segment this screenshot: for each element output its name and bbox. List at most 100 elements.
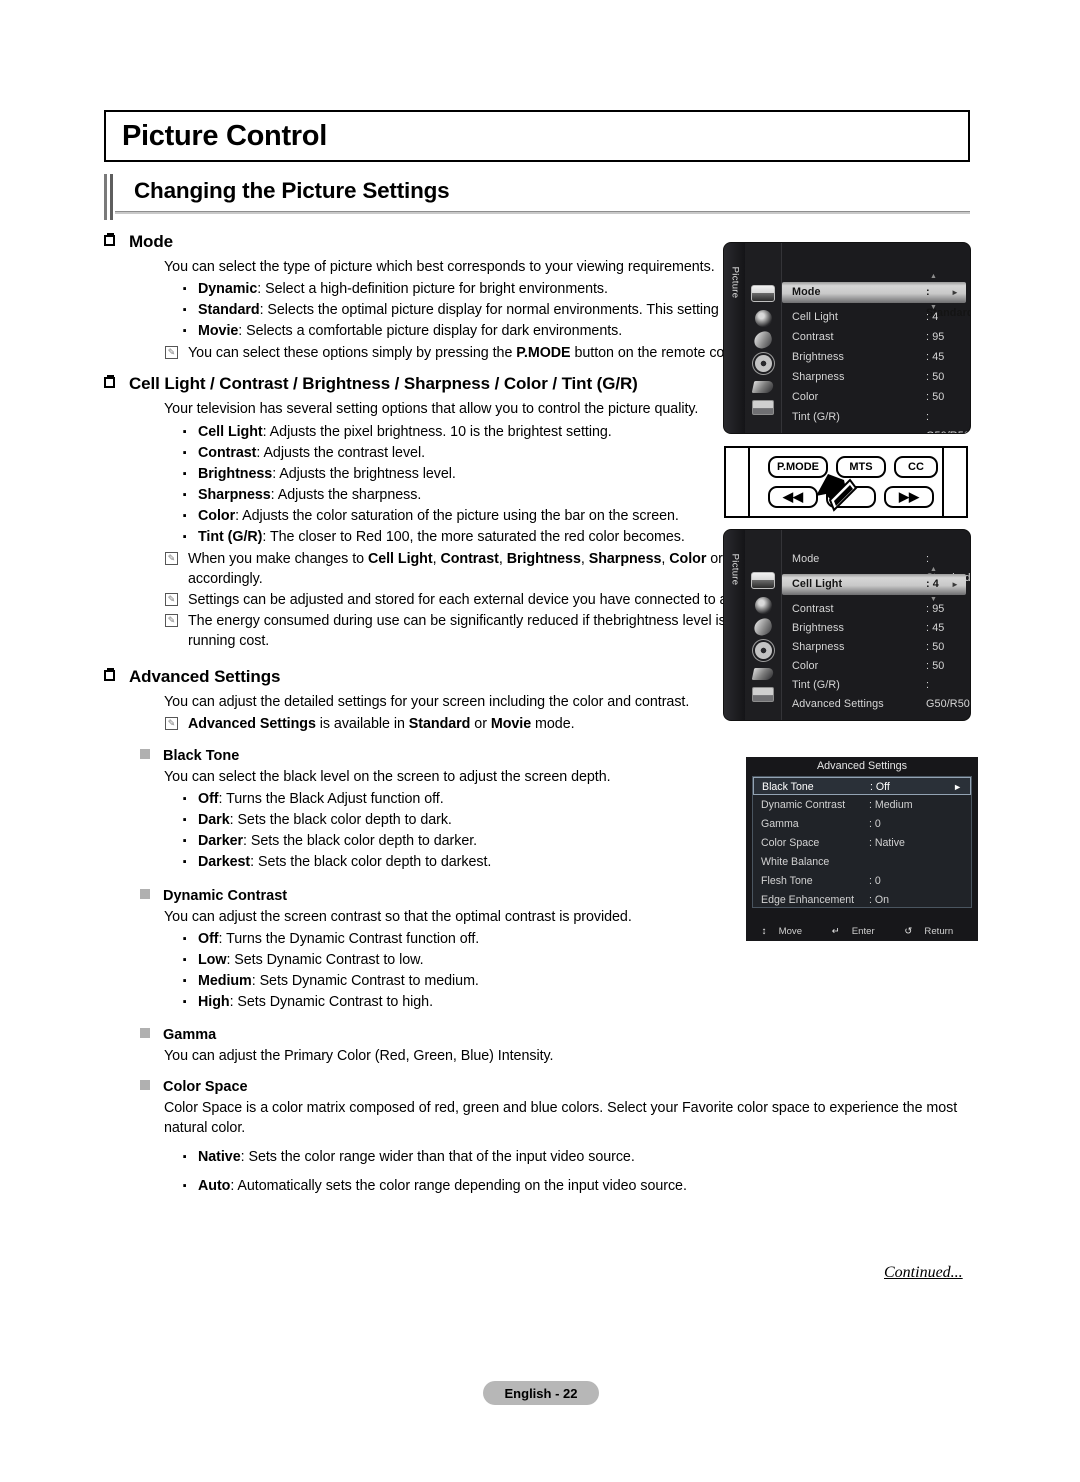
dynamic-contrast-bullet-list: Off: Turns the Dynamic Contrast function… <box>104 927 984 1017</box>
adv-row-white-balance[interactable]: White Balance <box>753 853 971 871</box>
osd-row-sharpness[interactable]: Sharpness : 50 <box>782 638 962 657</box>
osd-row-label: Mode <box>792 286 821 298</box>
bullet-term: Color <box>198 507 236 524</box>
adv-row-label: White Balance <box>761 856 830 868</box>
sound-menu-icon[interactable] <box>755 597 772 614</box>
osd-row-color[interactable]: Color : 50 <box>782 657 962 676</box>
heading-color-space: Color Space <box>104 1079 984 1095</box>
remote-rewind-button[interactable]: ◀◀ <box>768 486 818 508</box>
bullet-text: : Sets Dynamic Contrast to medium. <box>251 972 479 989</box>
osd-row-sharpness[interactable]: Sharpness : 50 <box>782 368 962 387</box>
remote-play-button[interactable] <box>826 486 876 508</box>
page-title-box: Picture Control <box>104 110 970 162</box>
osd-row-label: Contrast <box>792 603 834 615</box>
footer-label: Move <box>778 926 803 937</box>
osd-row-label: Brightness <box>792 351 845 363</box>
caret-up-icon: ▲ <box>930 273 937 280</box>
osd-row-brightness[interactable]: Brightness : 45 <box>782 348 962 367</box>
checkbox-square-icon <box>104 233 115 246</box>
input-menu-icon[interactable] <box>751 381 775 393</box>
osd-row-tint[interactable]: Tint (G/R) : G50/R50 <box>782 676 970 710</box>
picture-menu-icon[interactable] <box>751 285 775 302</box>
osd-row-brightness[interactable]: Brightness : 45 <box>782 619 962 638</box>
support-menu-icon[interactable] <box>752 400 774 415</box>
osd-row-contrast[interactable]: Contrast : 95 <box>782 328 962 347</box>
color-space-bullet-list: Native: Sets the color range wider than … <box>104 1145 984 1201</box>
bullet-text: : Sets Dynamic Contrast to high. <box>229 993 433 1010</box>
advanced-settings-title: Advanced Settings <box>816 760 908 772</box>
osd-row-label: Sharpness <box>792 641 845 653</box>
osd-picture-menu-mode[interactable]: Picture ▲ ◀ Mode : Standard ► ▼ Cell Lig… <box>724 243 970 433</box>
osd-row-label: Color <box>792 660 819 672</box>
setup-menu-icon[interactable] <box>755 642 772 659</box>
section-header: Changing the Picture Settings <box>104 174 970 220</box>
adv-row-value: : On <box>869 894 890 906</box>
osd-row-advanced-settings[interactable]: Advanced Settings <box>782 695 962 714</box>
note-icon: ✎ <box>165 551 178 565</box>
continued-label: Continued... <box>884 1264 963 1281</box>
heading-text: Dynamic Contrast <box>163 887 288 904</box>
osd-tab-label: Picture <box>729 553 741 586</box>
return-arrow-icon: ↺ <box>904 926 913 937</box>
remote-fastforward-button[interactable]: ▶▶ <box>884 486 934 508</box>
channel-menu-icon[interactable] <box>751 329 775 351</box>
bullet-term: Dark <box>198 812 230 829</box>
adv-row-label: Flesh Tone <box>761 875 813 887</box>
list-item: Low: Sets Dynamic Contrast to low. <box>180 948 984 975</box>
adv-row-gamma[interactable]: Gamma : 0 <box>753 815 971 833</box>
page-number-badge: English - 22 <box>483 1381 599 1405</box>
bullet-term: Dynamic <box>198 281 258 298</box>
adv-row-label: Edge Enhancement <box>761 894 855 906</box>
input-menu-icon[interactable] <box>751 668 775 680</box>
section-accent-bars <box>104 174 115 220</box>
bullet-text: : Automatically sets the color range dep… <box>230 1177 687 1194</box>
updown-arrow-icon: ↕ <box>761 926 767 937</box>
osd-row-contrast[interactable]: Contrast : 95 <box>782 600 962 619</box>
heading-text: Black Tone <box>163 748 240 765</box>
osd-row-label: Sharpness <box>792 371 845 383</box>
osd-row-value: : 95 <box>926 603 945 615</box>
heading-text: Gamma <box>163 1026 217 1043</box>
bullet-term: Cell Light <box>198 423 263 440</box>
bullet-text: : Adjusts the brightness level. <box>272 465 456 482</box>
osd-picture-menu-cell-light[interactable]: Picture Mode : Standard ▲ ◀ Cell Light :… <box>724 530 970 720</box>
osd-row-mode[interactable]: Mode : Standard ► <box>782 282 970 319</box>
remote-mts-button[interactable]: MTS <box>836 456 886 478</box>
bullet-text: : Adjusts the color saturation of the pi… <box>235 507 679 524</box>
osd-row-color[interactable]: Color : 50 <box>782 388 962 407</box>
adv-row-color-space[interactable]: Color Space : Native <box>753 834 971 852</box>
chevron-right-icon: ► <box>950 580 959 589</box>
osd-row-cell-light[interactable]: Cell Light : 4 ► <box>782 574 966 595</box>
remote-control-graphic: P.MODE MTS CC ◀◀ ▶▶ <box>724 446 968 518</box>
osd-row-cell-light[interactable]: Cell Light : 4 <box>782 308 962 327</box>
adv-row-edge-enhancement[interactable]: Edge Enhancement : On <box>753 891 971 909</box>
setup-menu-icon[interactable] <box>755 355 772 372</box>
support-menu-icon[interactable] <box>752 687 774 702</box>
bullet-text: : Sets the black color depth to darker. <box>243 833 478 850</box>
bullet-text: : Selects a comfortable picture display … <box>238 323 623 340</box>
picture-menu-icon[interactable] <box>751 572 775 589</box>
osd-row-tint[interactable]: Tint (G/R) : G50/R50 <box>782 408 970 433</box>
remote-cc-button[interactable]: CC <box>894 456 938 478</box>
bullet-text: : Turns the Black Adjust function off. <box>218 791 444 808</box>
osd-row-label: Color <box>792 391 819 403</box>
bullet-term: Off <box>198 930 219 947</box>
osd-row-value: : 45 <box>926 351 945 363</box>
adv-row-label: Black Tone <box>762 781 814 793</box>
sound-menu-icon[interactable] <box>755 310 772 327</box>
adv-row-black-tone[interactable]: Black Tone : Off ► <box>753 777 971 795</box>
osd-advanced-settings-menu[interactable]: Advanced Settings Black Tone : Off ► Dyn… <box>746 757 978 941</box>
adv-row-dynamic-contrast[interactable]: Dynamic Contrast : Medium <box>753 796 971 814</box>
osd-row-value: : 50 <box>926 660 945 672</box>
osd-row-label: Contrast <box>792 331 834 343</box>
channel-menu-icon[interactable] <box>751 616 775 638</box>
bullet-text: : Select a high-definition picture for b… <box>257 281 608 298</box>
osd-row-value: : 45 <box>926 622 945 634</box>
remote-pmode-button[interactable]: P.MODE <box>768 456 828 478</box>
osd-row-value: : 50 <box>926 391 945 403</box>
osd-row-label: Brightness <box>792 622 845 634</box>
adv-row-flesh-tone[interactable]: Flesh Tone : 0 <box>753 872 971 890</box>
bullet-text: : Sets the color range wider than that o… <box>240 1148 635 1165</box>
osd-row-label: Advanced Settings <box>792 698 884 710</box>
checkbox-square-icon <box>104 667 115 681</box>
